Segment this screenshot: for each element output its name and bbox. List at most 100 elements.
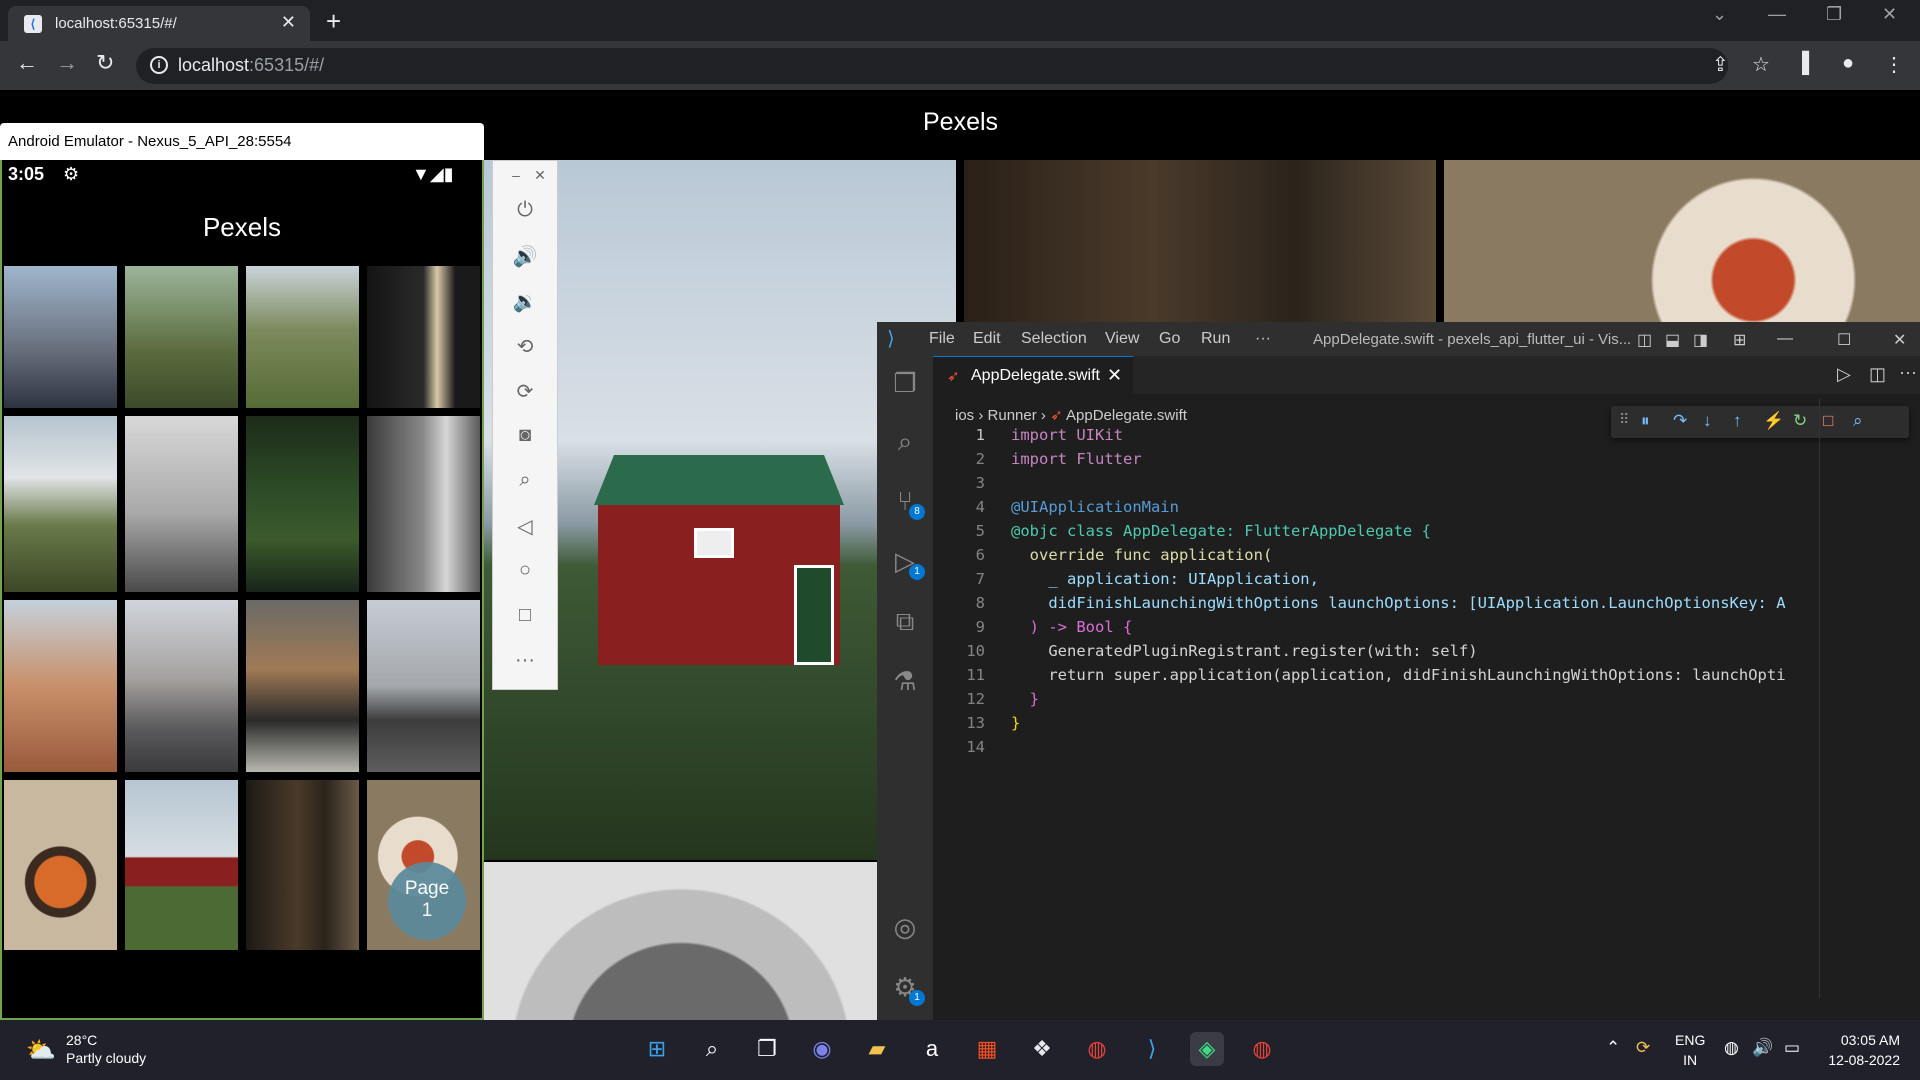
- vscode-maximize-button[interactable]: ☐: [1837, 330, 1851, 350]
- profile-icon[interactable]: ●: [1842, 52, 1854, 75]
- task-view-icon[interactable]: ❐: [750, 1032, 784, 1066]
- tab-close-icon[interactable]: ✕: [281, 12, 296, 33]
- testing-icon[interactable]: ⚗: [889, 666, 921, 698]
- more-options-icon[interactable]: ···: [512, 649, 538, 672]
- menu-edit[interactable]: Edit: [973, 330, 1001, 348]
- new-tab-button[interactable]: +: [326, 6, 341, 37]
- battery-icon[interactable]: ▭: [1784, 1038, 1800, 1058]
- tray-sync-icon[interactable]: ⟳: [1636, 1038, 1650, 1058]
- toggle-sidebar-icon[interactable]: ◫: [1637, 330, 1652, 350]
- minimap[interactable]: [1819, 398, 1919, 998]
- grid-photo[interactable]: [4, 600, 117, 772]
- customize-layout-icon[interactable]: ⊞: [1733, 330, 1746, 350]
- forward-button[interactable]: →: [56, 50, 78, 76]
- grid-photo[interactable]: [125, 780, 238, 950]
- chrome-icon[interactable]: ◍: [1080, 1032, 1114, 1066]
- amazon-app-icon[interactable]: a: [915, 1032, 949, 1066]
- grid-photo[interactable]: [246, 780, 359, 950]
- menu-file[interactable]: File: [929, 330, 955, 348]
- menu-selection[interactable]: Selection: [1021, 330, 1087, 348]
- android-studio-icon[interactable]: ◈: [1190, 1032, 1224, 1066]
- extensions-icon[interactable]: ⧉: [889, 606, 921, 638]
- chrome-menu-icon[interactable]: ⋮: [1884, 52, 1904, 77]
- taskbar-search-icon[interactable]: ⌕: [695, 1032, 729, 1066]
- start-windows-icon[interactable]: ⊞: [640, 1032, 674, 1066]
- microsoft-store-icon[interactable]: ▦: [970, 1032, 1004, 1066]
- language-indicator[interactable]: ENG IN: [1675, 1030, 1705, 1070]
- file-explorer-icon[interactable]: ▰: [860, 1032, 894, 1066]
- volume-icon[interactable]: 🔊: [1752, 1038, 1773, 1058]
- vscode-close-button[interactable]: ✕: [1893, 330, 1906, 350]
- run-debug-icon[interactable]: ▷ 1: [889, 546, 925, 580]
- editor-tab-appdelegate[interactable]: ➶ AppDelegate.swift ✕: [933, 356, 1133, 394]
- rotate-right-icon[interactable]: ⟳: [512, 379, 538, 404]
- menu-more[interactable]: ···: [1255, 330, 1271, 348]
- bookmark-star-icon[interactable]: ☆: [1752, 52, 1770, 77]
- menu-view[interactable]: View: [1105, 330, 1139, 348]
- tray-overflow-chevron-icon[interactable]: ⌃: [1606, 1038, 1620, 1058]
- home-circle-icon[interactable]: ○: [512, 559, 538, 582]
- grid-photo[interactable]: [125, 416, 238, 592]
- share-icon[interactable]: ⇪: [1712, 52, 1729, 77]
- power-icon[interactable]: ⏻: [512, 199, 538, 222]
- photo-calligraphy-plate[interactable]: [484, 862, 878, 1020]
- teams-chat-icon[interactable]: ◉: [805, 1032, 839, 1066]
- browser-tab[interactable]: ⟨ localhost:65315/#/ ✕: [8, 6, 310, 41]
- breadcrumb-ios[interactable]: ios: [955, 407, 974, 424]
- grid-photo[interactable]: [125, 266, 238, 408]
- minimize-window-button[interactable]: —: [1768, 4, 1786, 25]
- editor-tab-close-icon[interactable]: ✕: [1107, 365, 1122, 386]
- dropbox-icon[interactable]: ❖: [1025, 1032, 1059, 1066]
- menu-run[interactable]: Run: [1201, 330, 1230, 348]
- run-code-icon[interactable]: ▷: [1837, 364, 1851, 385]
- toggle-secondary-sidebar-icon[interactable]: ◨: [1693, 330, 1708, 350]
- grid-photo[interactable]: [367, 266, 480, 408]
- grid-photo[interactable]: [246, 600, 359, 772]
- chrome-profile-icon[interactable]: ◍: [1245, 1032, 1279, 1066]
- grid-photo[interactable]: [367, 600, 480, 772]
- split-editor-icon[interactable]: ◫: [1869, 364, 1886, 385]
- toggle-panel-icon[interactable]: ⬓: [1665, 330, 1680, 350]
- explorer-icon[interactable]: ❐: [889, 368, 921, 400]
- search-icon[interactable]: ⌕: [889, 426, 921, 458]
- grid-photo[interactable]: [4, 416, 117, 592]
- camera-icon[interactable]: ◙: [512, 424, 538, 447]
- editor-more-icon[interactable]: ···: [1899, 362, 1917, 383]
- zoom-icon[interactable]: ⌕: [512, 469, 538, 492]
- vscode-minimize-button[interactable]: —: [1777, 330, 1793, 348]
- close-window-button[interactable]: ✕: [1882, 4, 1897, 25]
- manage-gear-icon[interactable]: ⚙ 1: [889, 972, 925, 1006]
- grid-photo[interactable]: [246, 266, 359, 408]
- accounts-icon[interactable]: ◎: [889, 912, 921, 944]
- volume-up-icon[interactable]: 🔊: [512, 244, 538, 269]
- grid-photo[interactable]: [4, 266, 117, 408]
- menu-go[interactable]: Go: [1159, 330, 1180, 348]
- grid-photo[interactable]: [125, 600, 238, 772]
- code-editor[interactable]: 1 2 3 4 5 6 7 8 9 10 11 12 13 14 import …: [933, 426, 1859, 1026]
- page-indicator-button[interactable]: Page 1: [388, 862, 466, 940]
- system-clock[interactable]: 03:05 AM 12-08-2022: [1828, 1030, 1900, 1070]
- reload-button[interactable]: ↻: [96, 50, 114, 76]
- grid-photo[interactable]: [4, 780, 117, 950]
- back-button[interactable]: ←: [16, 50, 38, 76]
- source-control-icon[interactable]: ⑂ 8: [889, 486, 925, 520]
- emulator-close-icon[interactable]: ✕: [527, 167, 553, 184]
- volume-down-icon[interactable]: 🔉: [512, 289, 538, 314]
- side-panel-icon[interactable]: ▌: [1802, 52, 1816, 75]
- overview-square-icon[interactable]: □: [512, 604, 538, 627]
- breadcrumb-file[interactable]: AppDelegate.swift: [1066, 407, 1187, 424]
- network-globe-icon[interactable]: ◍: [1724, 1038, 1739, 1058]
- grid-photo[interactable]: [246, 416, 359, 592]
- grid-photo[interactable]: [367, 416, 480, 592]
- emulator-screen[interactable]: 3:05 ⚙ ▼◢▮ Pexels Page 1: [0, 160, 484, 1020]
- back-triangle-icon[interactable]: ◁: [512, 514, 538, 539]
- tab-search-chevron-icon[interactable]: ⌄: [1712, 4, 1727, 25]
- site-info-icon[interactable]: i: [150, 56, 168, 74]
- phone-clock: 3:05: [8, 164, 45, 184]
- emulator-minimize-icon[interactable]: –: [503, 167, 529, 183]
- breadcrumb-runner[interactable]: Runner: [988, 407, 1037, 424]
- rotate-left-icon[interactable]: ⟲: [512, 334, 538, 359]
- vscode-taskbar-icon[interactable]: ⟩: [1135, 1032, 1169, 1066]
- address-bar[interactable]: i localhost:65315/#/: [136, 48, 1728, 84]
- restore-window-button[interactable]: ❐: [1826, 4, 1842, 25]
